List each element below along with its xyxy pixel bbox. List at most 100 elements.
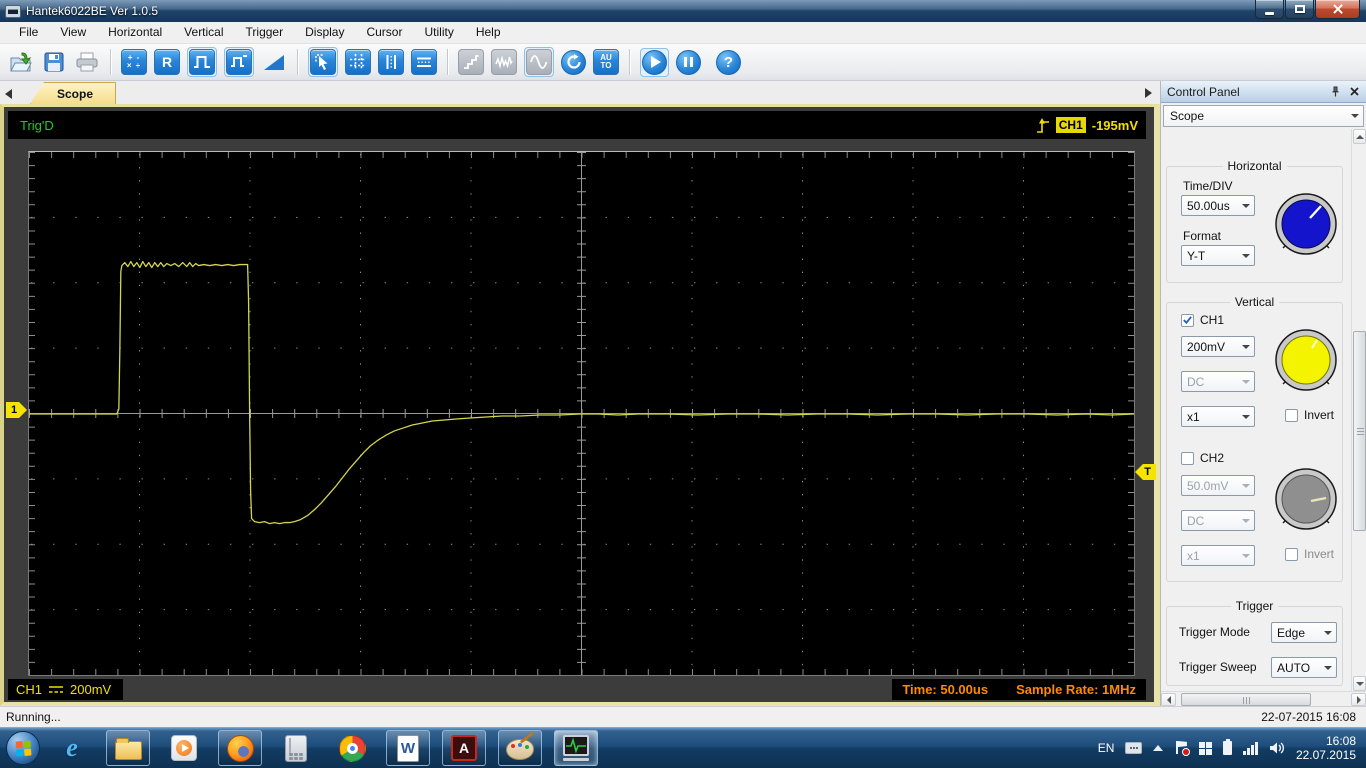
- clock-time: 16:08: [1325, 734, 1356, 748]
- taskbar-calculator[interactable]: [274, 730, 318, 766]
- help-button[interactable]: ?: [716, 49, 741, 75]
- media-player-icon: [171, 735, 197, 761]
- channel1-position-marker[interactable]: 1: [6, 402, 27, 418]
- knob-blue-icon: [1275, 193, 1337, 255]
- reference-icon: R: [161, 54, 173, 70]
- pin-icon[interactable]: [1330, 86, 1341, 97]
- ch1-label: CH1: [1200, 313, 1225, 327]
- menu-display[interactable]: Display: [294, 22, 355, 43]
- trigger-mode-select[interactable]: Edge: [1271, 622, 1337, 643]
- taskbar-ie[interactable]: e: [50, 730, 94, 766]
- maximize-button[interactable]: [1285, 0, 1314, 19]
- hidden-icons-chevron[interactable]: [1153, 745, 1164, 751]
- scroll-left-button[interactable]: [1161, 693, 1176, 706]
- menu-utility[interactable]: Utility: [413, 22, 464, 43]
- ch1-checkbox[interactable]: [1181, 313, 1194, 327]
- step-wave-button: [458, 49, 484, 75]
- ch1-volts-knob[interactable]: [1273, 327, 1339, 393]
- folder-icon: [114, 737, 142, 760]
- window-title: Hantek6022BE Ver 1.0.5: [26, 4, 159, 18]
- tab-scroll-left-button[interactable]: [0, 84, 16, 104]
- taskbar-firefox[interactable]: [218, 730, 262, 766]
- pause-button[interactable]: [676, 49, 701, 75]
- open-file-button[interactable]: [8, 49, 34, 75]
- vertical-scroll-thumb[interactable]: [1353, 331, 1366, 531]
- panel-vertical-scrollbar[interactable]: [1351, 129, 1366, 691]
- menu-vertical[interactable]: Vertical: [173, 22, 234, 43]
- ch1-probe-select[interactable]: x1: [1181, 406, 1255, 427]
- save-button[interactable]: [41, 49, 67, 75]
- start-button[interactable]: [6, 731, 40, 765]
- close-button[interactable]: [1315, 0, 1360, 19]
- menu-bar: File View Horizontal Vertical Trigger Di…: [0, 22, 1366, 44]
- tab-scroll-right-button[interactable]: [1140, 83, 1156, 103]
- network-signal-icon[interactable]: [1243, 741, 1258, 755]
- step-wave-icon: [464, 55, 479, 69]
- taskbar-hantek-app[interactable]: [554, 730, 598, 766]
- single-pulse-button[interactable]: [189, 49, 215, 75]
- ramp-button[interactable]: [261, 49, 287, 75]
- reference-button[interactable]: R: [154, 49, 180, 75]
- chevron-right-icon: [1144, 88, 1152, 98]
- channel-readout: CH1 200mV: [8, 678, 124, 700]
- chevron-down-icon: [1237, 407, 1254, 426]
- horizontal-group: Horizontal Time/DIV 50.00us Format Y-T: [1166, 159, 1343, 283]
- app-icon: [5, 4, 21, 18]
- math-button[interactable]: + - × ÷: [121, 49, 147, 75]
- channel-scale: 200mV: [70, 681, 112, 697]
- ch1-invert-checkbox[interactable]: [1285, 408, 1298, 422]
- ch1-scale-select[interactable]: 200mV: [1181, 336, 1255, 357]
- menu-file[interactable]: File: [8, 22, 49, 43]
- taskbar-chrome[interactable]: [330, 730, 374, 766]
- print-button[interactable]: [74, 49, 100, 75]
- scroll-up-button[interactable]: [1353, 129, 1366, 144]
- tab-strip: Scope: [0, 81, 1160, 104]
- panel-close-icon[interactable]: [1349, 86, 1360, 97]
- vertical-cursor-button[interactable]: [378, 49, 404, 75]
- taskbar-explorer[interactable]: [106, 730, 150, 766]
- toolbar-separator: [110, 49, 111, 75]
- horizontal-cursor-button[interactable]: [411, 49, 437, 75]
- action-center-flag-icon[interactable]: [1174, 741, 1191, 756]
- start-button[interactable]: [642, 49, 667, 75]
- menu-trigger[interactable]: Trigger: [235, 22, 295, 43]
- trigger-sweep-select[interactable]: AUTO: [1271, 657, 1337, 678]
- speaker-icon[interactable]: [1269, 741, 1285, 755]
- menu-help[interactable]: Help: [465, 22, 512, 43]
- selected-frame: [308, 47, 338, 77]
- minimize-button[interactable]: [1255, 0, 1284, 19]
- menu-view[interactable]: View: [49, 22, 97, 43]
- scroll-right-button[interactable]: [1351, 693, 1366, 706]
- language-indicator[interactable]: EN: [1098, 741, 1115, 755]
- time-div-select[interactable]: 50.00us: [1181, 195, 1255, 216]
- menu-cursor[interactable]: Cursor: [355, 22, 413, 43]
- taskbar-clock[interactable]: 16:08 22.07.2015: [1296, 734, 1356, 762]
- scroll-down-button[interactable]: [1353, 676, 1366, 691]
- taskbar-paint[interactable]: [498, 730, 542, 766]
- tab-scope[interactable]: Scope: [30, 82, 117, 104]
- horizontal-scroll-thumb[interactable]: [1181, 693, 1311, 706]
- taskbar-media-player[interactable]: [162, 730, 206, 766]
- trigger-mode-label: Trigger Mode: [1179, 625, 1250, 639]
- ch2-enable-row: CH2: [1181, 451, 1224, 465]
- cursor-select-button[interactable]: [310, 49, 336, 75]
- cross-cursor-button[interactable]: [345, 49, 371, 75]
- battery-icon[interactable]: [1223, 739, 1233, 755]
- delayed-pulse-button[interactable]: [226, 49, 252, 75]
- refresh-button[interactable]: [561, 49, 586, 75]
- trigger-channel-badge: CH1: [1055, 117, 1086, 133]
- panel-horizontal-scrollbar[interactable]: [1161, 691, 1366, 706]
- taskbar-adobe-reader[interactable]: A: [442, 730, 486, 766]
- panel-mode-select[interactable]: Scope: [1163, 105, 1364, 127]
- horizontal-knob[interactable]: [1273, 191, 1339, 257]
- ch2-checkbox[interactable]: [1181, 451, 1194, 465]
- format-select[interactable]: Y-T: [1181, 245, 1255, 266]
- trigger-level-marker[interactable]: T: [1135, 464, 1156, 480]
- taskbar-word[interactable]: W: [386, 730, 430, 766]
- keyboard-icon[interactable]: [1125, 742, 1143, 754]
- menu-horizontal[interactable]: Horizontal: [97, 22, 173, 43]
- scope-area: Scope Trig'D CH1 -195mV 1 T CH1 200mV Ti…: [0, 81, 1160, 706]
- auto-setup-button[interactable]: AU TO: [593, 49, 619, 75]
- scope-readout-bar: CH1 200mV Time: 50.00us Sample Rate: 1MH…: [8, 676, 1146, 702]
- windows-update-icon[interactable]: [1199, 741, 1213, 755]
